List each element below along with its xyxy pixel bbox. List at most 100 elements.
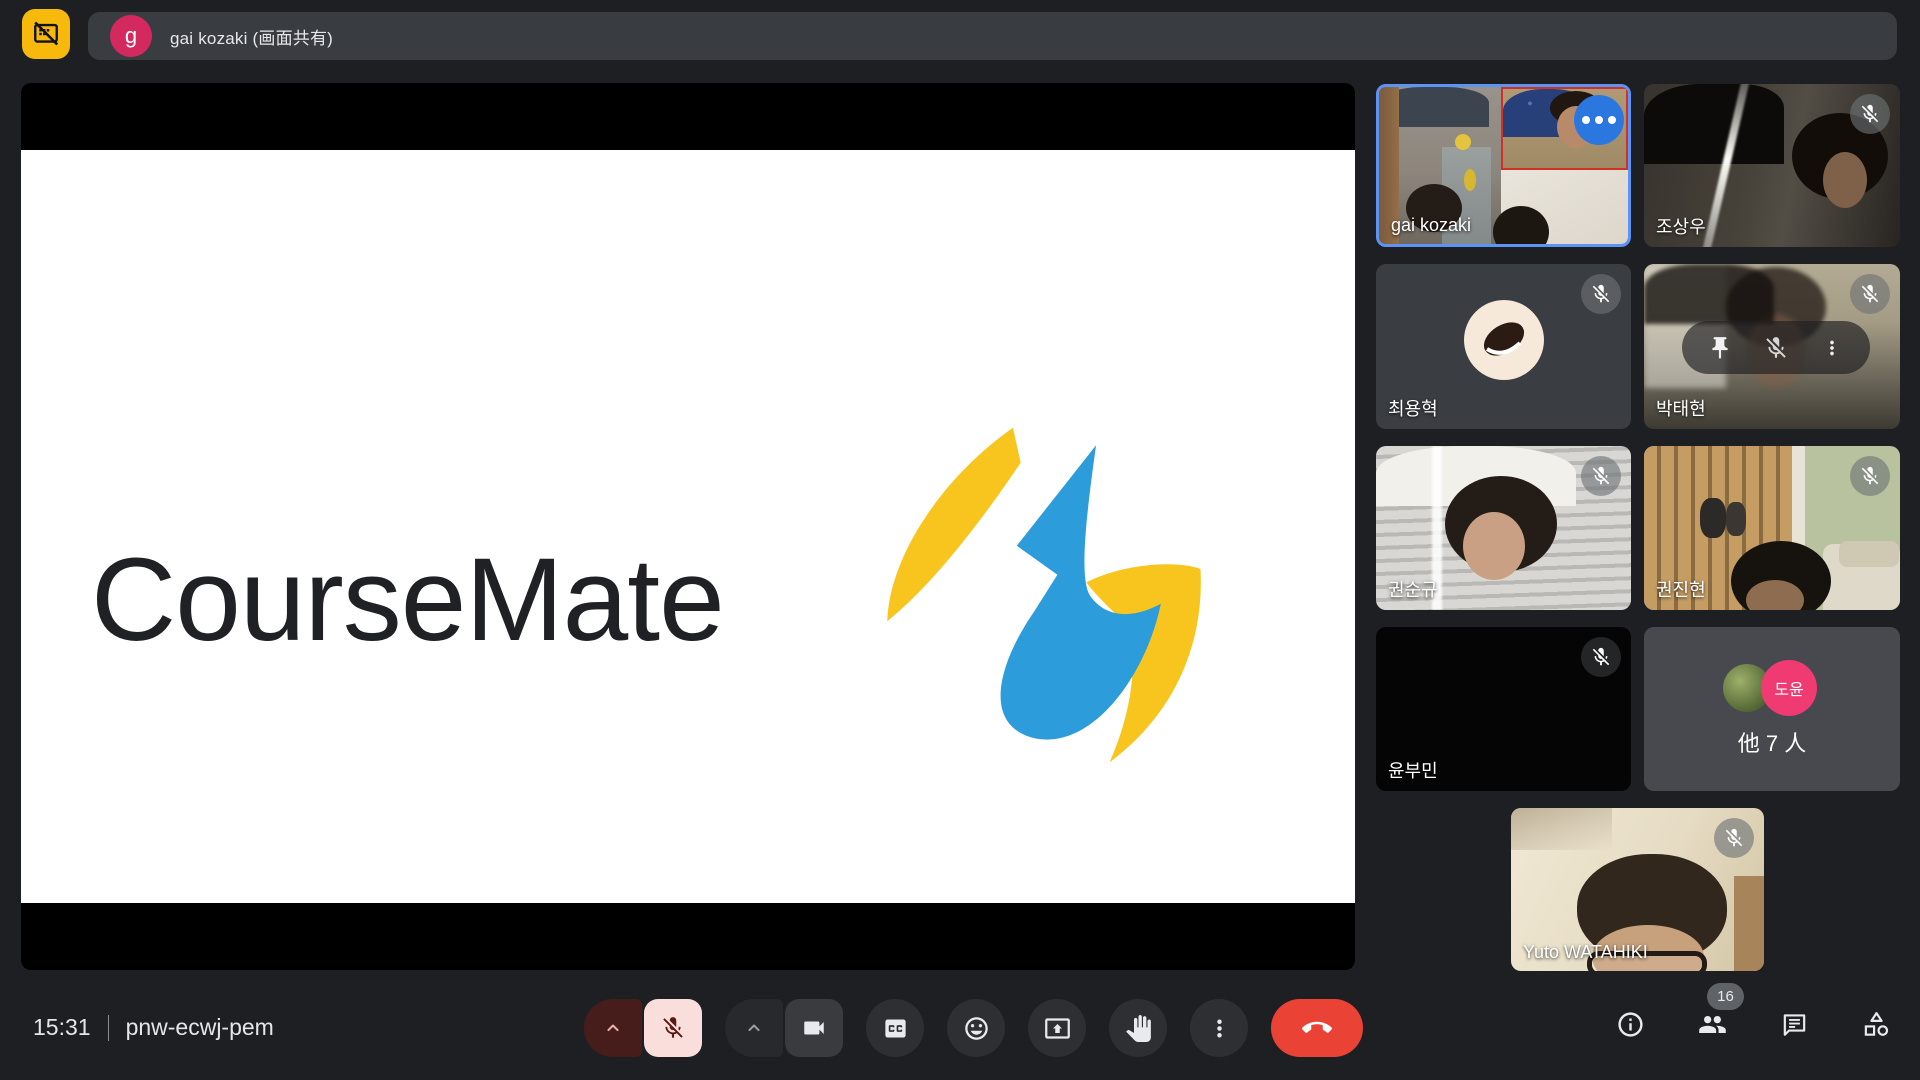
muted-indicator: [1850, 94, 1890, 134]
video-detail: [1644, 84, 1784, 164]
shapes-icon: [1862, 1010, 1891, 1039]
meeting-info: 15:31 pnw-ecwj-pem: [33, 1014, 274, 1041]
mic-off-icon: [1763, 335, 1789, 361]
slide-canvas: CourseMate: [21, 150, 1355, 903]
mic-off-icon: [1723, 827, 1745, 849]
participant-tile[interactable]: 박태현: [1644, 264, 1900, 429]
participant-tile[interactable]: 권진현: [1644, 446, 1900, 610]
camera-options-button[interactable]: [725, 999, 783, 1057]
overflow-participants-tile[interactable]: 도윤 他 7 人: [1644, 627, 1900, 791]
participant-name: Yuto WATAHIKI: [1523, 942, 1648, 963]
participant-name: gai kozaki: [1391, 215, 1471, 236]
presenter-banner: g gai kozaki (画面共有): [88, 12, 1897, 60]
coursemate-logo: [866, 422, 1214, 770]
clock-time: 15:31: [33, 1014, 91, 1041]
present-icon: [1044, 1015, 1071, 1042]
video-detail: [1455, 134, 1471, 150]
raise-hand-icon: [1125, 1015, 1152, 1042]
mic-off-icon: [1859, 103, 1881, 125]
mic-off-icon: [1590, 283, 1612, 305]
call-controls: [584, 999, 1363, 1057]
divider: [108, 1015, 109, 1041]
participant-tile[interactable]: 권순규: [1376, 446, 1631, 610]
people-icon: [1698, 1010, 1727, 1039]
overflow-avatars: 도윤: [1717, 660, 1827, 716]
video-detail: [1463, 512, 1525, 580]
camera-toggle-button[interactable]: [785, 999, 843, 1057]
cc-icon: [882, 1015, 909, 1042]
captions-button[interactable]: [866, 999, 924, 1057]
end-call-button[interactable]: [1271, 999, 1363, 1057]
videocam-icon: [801, 1015, 827, 1041]
presentation-off-icon: [31, 19, 61, 49]
more-vert-icon: [1206, 1015, 1233, 1042]
participant-name: 조상우: [1656, 213, 1706, 239]
muted-indicator: [1581, 456, 1621, 496]
tile-hover-controls: [1682, 321, 1870, 374]
dot: [1595, 116, 1603, 124]
muted-indicator: [1714, 818, 1754, 858]
info-icon: [1616, 1010, 1645, 1039]
participant-tile[interactable]: 윤부민: [1376, 627, 1631, 791]
avatar-image: [1475, 311, 1533, 369]
meeting-details-button[interactable]: [1606, 1000, 1654, 1048]
muted-indicator: [1581, 274, 1621, 314]
mic-options-button[interactable]: [584, 999, 642, 1057]
chat-panel-button[interactable]: [1770, 1000, 1818, 1048]
activities-panel-button[interactable]: [1852, 1000, 1900, 1048]
mic-toggle-button[interactable]: [644, 999, 702, 1057]
participant-more-button[interactable]: [1814, 330, 1850, 366]
meeting-code: pnw-ecwj-pem: [126, 1014, 274, 1041]
video-detail: [1644, 264, 1774, 324]
people-panel-button[interactable]: 16: [1688, 1000, 1736, 1048]
video-detail: [1839, 541, 1899, 567]
participant-video: [1501, 170, 1628, 244]
participant-tile[interactable]: 조상우: [1644, 84, 1900, 247]
dot: [1608, 116, 1616, 124]
presenter-label: gai kozaki (画面共有): [170, 24, 333, 49]
overflow-content: 도윤 他 7 人: [1644, 627, 1900, 791]
mute-participant-button[interactable]: [1758, 330, 1794, 366]
participant-name: 권진현: [1656, 576, 1706, 602]
video-detail: [1700, 498, 1726, 538]
video-detail: [1726, 502, 1746, 536]
mic-off-icon: [1859, 465, 1881, 487]
present-button[interactable]: [1028, 999, 1086, 1057]
mic-off-icon: [1590, 465, 1612, 487]
call-end-icon: [1302, 1013, 1332, 1043]
participant-avatar: [1464, 300, 1544, 380]
participant-tile[interactable]: Yuto WATAHIKI: [1511, 808, 1764, 971]
avatar: 도윤: [1761, 660, 1817, 716]
participant-tile[interactable]: 최용혁: [1376, 264, 1631, 429]
slide-title: CourseMate: [91, 532, 724, 668]
participant-name: 박태현: [1656, 395, 1706, 421]
pin-icon: [1707, 335, 1733, 361]
pin-participant-button[interactable]: [1702, 330, 1738, 366]
mic-off-icon: [1859, 283, 1881, 305]
video-detail: [1511, 808, 1612, 850]
tile-more-options-button[interactable]: [1574, 95, 1624, 145]
shared-screen[interactable]: CourseMate: [21, 83, 1355, 970]
dot: [1582, 116, 1590, 124]
mic-off-icon: [1590, 646, 1612, 668]
participant-tile-gai-kozaki[interactable]: gai kozaki: [1376, 84, 1631, 247]
video-detail: [1734, 876, 1764, 971]
more-vert-icon: [1821, 337, 1843, 359]
muted-indicator: [1581, 637, 1621, 677]
raise-hand-button[interactable]: [1109, 999, 1167, 1057]
reactions-button[interactable]: [947, 999, 1005, 1057]
panel-buttons: 16: [1606, 1000, 1900, 1048]
video-detail: [1823, 152, 1867, 208]
mic-control-group: [584, 999, 702, 1057]
overflow-count-label: 他 7 人: [1738, 726, 1806, 758]
participant-name: 윤부민: [1388, 757, 1438, 783]
emoji-icon: [963, 1015, 990, 1042]
mic-off-icon: [660, 1015, 686, 1041]
presenter-avatar: g: [110, 15, 152, 57]
participant-name: 권순규: [1388, 576, 1438, 602]
chevron-up-icon: [744, 1018, 764, 1038]
chat-icon: [1780, 1010, 1809, 1039]
presentation-paused-badge[interactable]: [22, 9, 70, 59]
participant-count-badge: 16: [1707, 983, 1744, 1010]
more-options-button[interactable]: [1190, 999, 1248, 1057]
